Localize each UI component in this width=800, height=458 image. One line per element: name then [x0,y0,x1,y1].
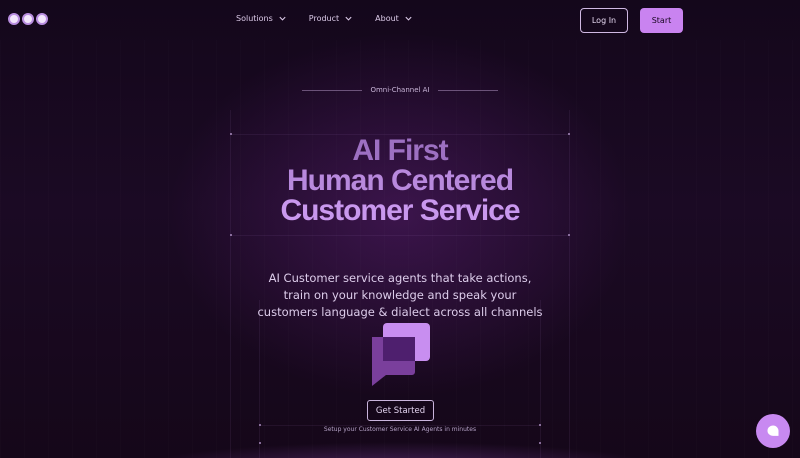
corner-dot [259,442,261,444]
frame-line [540,300,541,458]
main-nav: Solutions Product About [236,14,413,23]
chat-bubbles-icon [372,323,430,386]
nav-item-label: About [375,14,399,23]
corner-dot [230,133,232,135]
eyebrow: Omni-Channel AI [0,86,800,94]
eyebrow-line-right [437,89,498,91]
nav-item-label: Product [308,14,340,23]
logo-dot-icon [8,13,20,25]
nav-item-solutions[interactable]: Solutions [236,14,287,23]
headline-line-2: Human Centered [286,164,514,197]
corner-dot [539,442,541,444]
frame-line [230,235,570,236]
cta-subtext: Setup your Customer Service AI Agents in… [323,426,477,433]
logo-dot-icon [22,13,34,25]
headline-line-1: AI First [352,134,448,167]
nav-item-product[interactable]: Product [309,14,353,23]
chat-bubble-icon [767,425,779,436]
nav-item-about[interactable]: About [375,14,413,23]
description-line-2: train on your knowledge and speak your [283,288,517,302]
hero-description: AI Customer service agents that take act… [0,270,800,321]
frame-line [259,300,260,458]
headline-line-3: Customer Service [280,194,520,227]
corner-dot [568,133,570,135]
eyebrow-text: Omni-Channel AI [370,86,430,94]
get-started-button[interactable]: Get Started [367,400,434,421]
nav-item-label: Solutions [236,14,273,23]
chevron-down-icon [279,16,286,21]
logo[interactable] [8,13,48,25]
description-line-3: customers language & dialect across all … [257,305,543,319]
logo-dot-icon [36,13,48,25]
description-line-1: AI Customer service agents that take act… [268,271,532,285]
chevron-down-icon [405,16,412,21]
hero-headline: AI First Human Centered Customer Service [0,136,800,226]
background-stripes [0,40,800,458]
login-button[interactable]: Log In [580,8,628,33]
eyebrow-line-left [302,89,363,91]
corner-dot [230,234,232,236]
start-button[interactable]: Start [640,8,683,33]
corner-dot [568,234,570,236]
chevron-down-icon [345,16,352,21]
chat-launcher-button[interactable] [756,414,790,448]
